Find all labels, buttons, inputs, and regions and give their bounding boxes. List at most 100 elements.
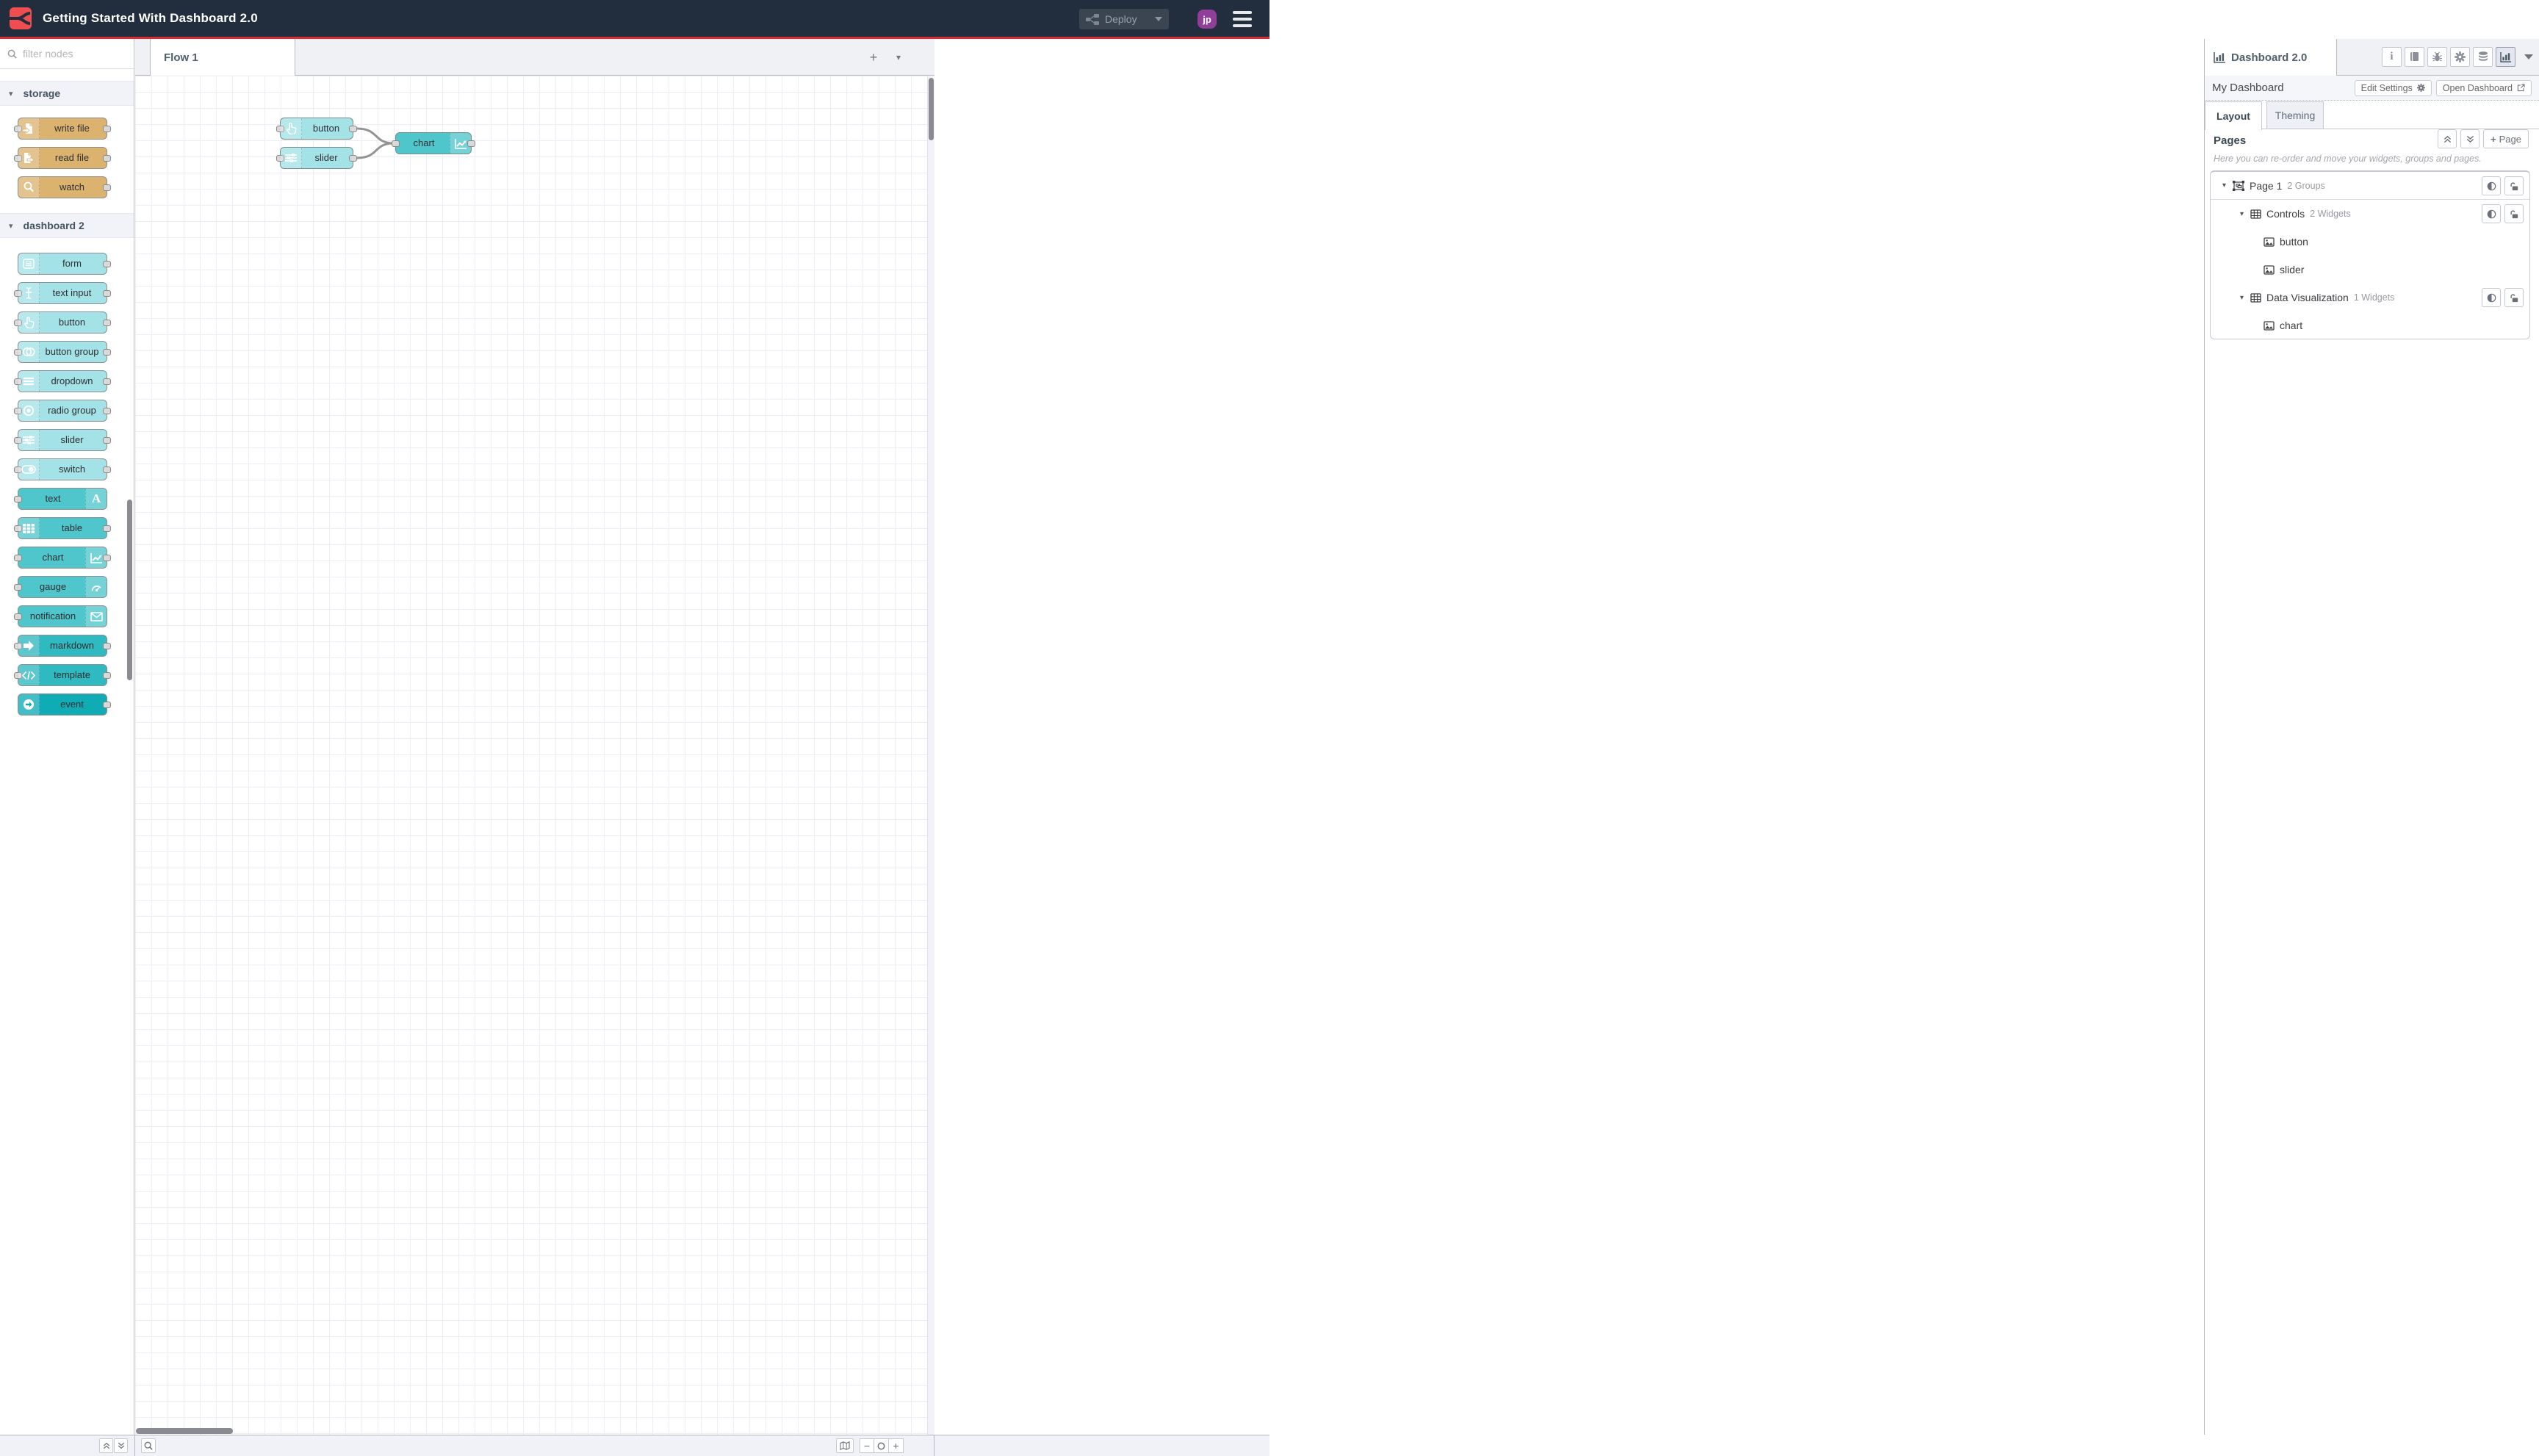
output-port[interactable]: [103, 349, 111, 356]
output-port[interactable]: [103, 466, 111, 473]
palette-node-switch[interactable]: switch: [14, 458, 111, 480]
output-port[interactable]: [103, 437, 111, 444]
grid-icon: [2250, 292, 2261, 303]
grid-icon: [2250, 209, 2261, 219]
output-port[interactable]: [467, 140, 475, 147]
chevron-down-icon[interactable]: ▾: [2240, 210, 2250, 218]
palette-node-gauge[interactable]: gauge: [14, 576, 107, 598]
deploy-caret-icon[interactable]: [1155, 17, 1162, 21]
visibility-toggle-button[interactable]: [2482, 176, 2501, 195]
sidebar-tabbar: Dashboard 2.0 i: [2205, 39, 2539, 76]
unlock-icon-button[interactable]: [2504, 204, 2524, 223]
add-flow-button[interactable]: +: [865, 49, 882, 65]
output-port[interactable]: [103, 126, 111, 132]
palette-node-button[interactable]: button: [14, 311, 111, 334]
info-tab-button[interactable]: i: [2382, 47, 2402, 67]
zoom-in-button[interactable]: +: [889, 1438, 904, 1453]
tree-row-widget-chart[interactable]: chart: [2211, 311, 2529, 339]
output-port[interactable]: [103, 184, 111, 191]
debug-tab-button[interactable]: [2427, 47, 2447, 67]
palette-node-event[interactable]: event: [18, 693, 111, 716]
add-page-button[interactable]: + Page: [2483, 129, 2529, 148]
palette-search[interactable]: [0, 39, 134, 69]
tab-theming[interactable]: Theming: [2266, 101, 2324, 129]
filter-nodes-input[interactable]: [23, 48, 118, 60]
tree-row-page-1[interactable]: ▾ Page 1 2 Groups: [2211, 172, 2529, 200]
pages-tree: ▾ Page 1 2 Groups ▾ Controls 2 Widgets b…: [2210, 170, 2530, 339]
wire[interactable]: [356, 142, 395, 159]
flow-list-caret-icon[interactable]: ▾: [890, 49, 907, 65]
palette-node-radio-group[interactable]: radio group: [14, 400, 111, 422]
palette-node-text[interactable]: A text: [14, 488, 107, 510]
palette-expand-all-button[interactable]: [114, 1438, 128, 1453]
output-port[interactable]: [349, 155, 357, 162]
palette-node-form[interactable]: form: [18, 253, 111, 275]
wire[interactable]: [356, 127, 395, 145]
output-port[interactable]: [103, 155, 111, 162]
zoom-reset-button[interactable]: [874, 1438, 889, 1453]
help-tab-button[interactable]: [2405, 47, 2424, 67]
collapse-all-button[interactable]: [2438, 129, 2457, 148]
user-avatar[interactable]: jp: [1198, 10, 1217, 29]
palette-node-text-input[interactable]: text input: [14, 282, 111, 304]
palette-node-button-group[interactable]: button group: [14, 341, 111, 363]
sidebar-tab-dashboard[interactable]: Dashboard 2.0: [2205, 39, 2337, 76]
palette-category-storage[interactable]: ▾ storage: [0, 81, 134, 106]
canvas-horizontal-scrollbar[interactable]: [136, 1428, 233, 1434]
flow-node-button[interactable]: button: [276, 118, 357, 140]
edit-settings-button[interactable]: Edit Settings: [2354, 79, 2432, 96]
main-menu-button[interactable]: [1233, 11, 1252, 27]
output-port[interactable]: [103, 408, 111, 414]
chevron-down-icon[interactable]: ▾: [2240, 294, 2250, 302]
deploy-button[interactable]: Deploy: [1079, 9, 1169, 29]
visibility-toggle-button[interactable]: [2482, 204, 2501, 223]
navigator-map-button[interactable]: [836, 1438, 854, 1453]
output-port[interactable]: [103, 702, 111, 708]
output-port[interactable]: [103, 378, 111, 385]
palette-collapse-all-button[interactable]: [99, 1438, 113, 1453]
output-port[interactable]: [103, 555, 111, 561]
palette-node-watch[interactable]: watch: [18, 176, 111, 198]
canvas-search-button[interactable]: [141, 1438, 156, 1453]
palette-node-read-file[interactable]: read file: [14, 147, 111, 169]
flow-node-chart[interactable]: chart: [392, 132, 475, 154]
output-port[interactable]: [103, 672, 111, 679]
open-dashboard-button[interactable]: Open Dashboard: [2435, 79, 2532, 96]
output-port[interactable]: [349, 126, 357, 132]
output-port[interactable]: [103, 261, 111, 267]
context-tab-button[interactable]: [2473, 47, 2493, 67]
palette-node-slider[interactable]: slider: [14, 429, 111, 451]
output-port[interactable]: [103, 643, 111, 649]
output-port[interactable]: [103, 525, 111, 532]
unlock-icon-button[interactable]: [2504, 288, 2524, 307]
zoom-out-button[interactable]: −: [860, 1438, 874, 1453]
expand-all-button[interactable]: [2460, 129, 2480, 148]
canvas-vertical-scrollbar[interactable]: [929, 78, 934, 140]
output-port[interactable]: [103, 320, 111, 326]
tree-row-data-visualization[interactable]: ▾ Data Visualization 1 Widgets: [2211, 284, 2529, 311]
palette-node-notification[interactable]: notification: [14, 605, 107, 627]
palette-node-markdown[interactable]: markdown: [14, 635, 111, 657]
sidebar-menu-caret-icon[interactable]: [2524, 54, 2533, 60]
tab-layout[interactable]: Layout: [2205, 101, 2262, 130]
tree-row-controls[interactable]: ▾ Controls 2 Widgets: [2211, 200, 2529, 228]
config-tab-button[interactable]: [2450, 47, 2470, 67]
flow-node-slider[interactable]: slider: [276, 147, 357, 169]
canvas-vertical-scroll-track[interactable]: [927, 76, 934, 1437]
tree-row-widget-button[interactable]: button: [2211, 228, 2529, 256]
visibility-toggle-button[interactable]: [2482, 288, 2501, 307]
palette-node-write-file[interactable]: write file: [14, 118, 111, 140]
chevron-down-icon[interactable]: ▾: [2222, 181, 2233, 190]
flow-tab[interactable]: Flow 1: [150, 39, 295, 76]
dashboard-tab-button[interactable]: [2496, 47, 2515, 67]
unlock-icon-button[interactable]: [2504, 176, 2524, 195]
flow-canvas[interactable]: button slider chart: [135, 76, 927, 1437]
palette-node-table[interactable]: table: [14, 517, 111, 539]
palette-scrollbar[interactable]: [127, 500, 132, 680]
palette-node-template[interactable]: template: [14, 664, 111, 686]
palette-node-chart[interactable]: chart: [14, 547, 111, 569]
palette-node-dropdown[interactable]: dropdown: [14, 370, 111, 392]
tree-row-widget-slider[interactable]: slider: [2211, 256, 2529, 284]
palette-category-dashboard-2[interactable]: ▾ dashboard 2: [0, 213, 134, 238]
output-port[interactable]: [103, 290, 111, 297]
